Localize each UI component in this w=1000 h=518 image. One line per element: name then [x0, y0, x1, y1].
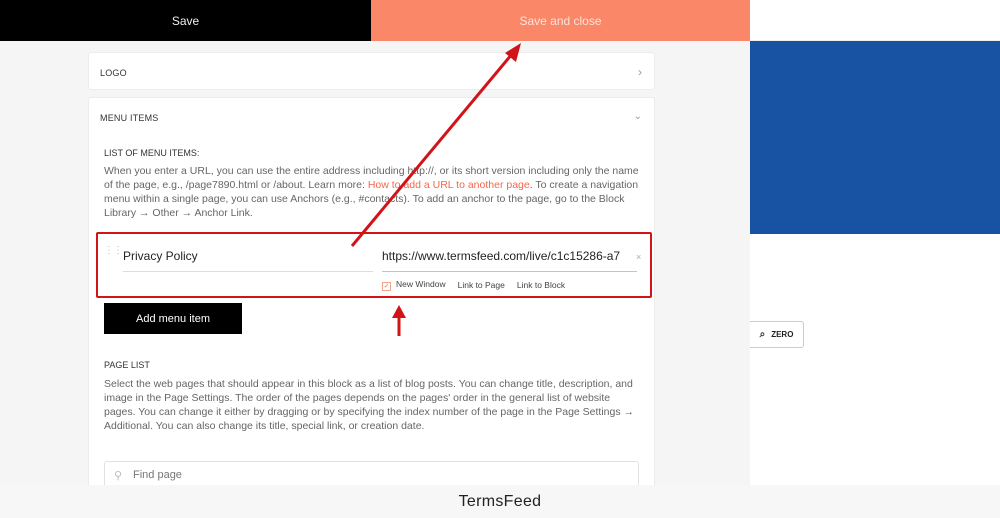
page-list-title: PAGE LIST: [104, 360, 150, 370]
save-button[interactable]: Save: [0, 0, 371, 41]
add-menu-item-button[interactable]: Add menu item: [104, 303, 242, 334]
block-preview: ⌕ ZERO: [750, 41, 1000, 485]
collapse-panel-button[interactable]: ‹: [750, 0, 1000, 41]
menu-item-url-field[interactable]: https://www.termsfeed.com/live/c1c15286-…: [382, 246, 637, 272]
chevron-right-icon: ›: [638, 65, 642, 79]
zero-block-button[interactable]: ⌕ ZERO: [750, 321, 804, 348]
new-window-label: New Window: [396, 279, 446, 289]
search-icon: ⚲: [114, 470, 123, 482]
zero-label: ZERO: [771, 330, 794, 339]
settings-panel: LOGO › MENU ITEMS ⌄ LIST OF MENU ITEMS: …: [0, 41, 750, 497]
chevron-down-icon[interactable]: ⌄: [634, 111, 642, 122]
new-window-checkbox[interactable]: ✓ New Window: [382, 279, 446, 291]
menu-items-section-title[interactable]: MENU ITEMS: [100, 113, 159, 123]
menu-item-row: ⋮⋮ Privacy Policy https://www.termsfeed.…: [96, 232, 652, 298]
link-to-block-link[interactable]: Link to Block: [517, 280, 565, 290]
preview-cover: [750, 41, 1000, 234]
page-list-description: Select the web pages that should appear …: [104, 378, 635, 432]
preview-body: [750, 234, 1000, 485]
menu-items-section: MENU ITEMS ⌄ LIST OF MENU ITEMS: When yo…: [88, 97, 655, 497]
logo-section[interactable]: LOGO ›: [88, 52, 655, 90]
checkbox-checked-icon: ✓: [382, 282, 391, 291]
menu-item-options: ✓ New Window Link to Page Link to Block: [382, 279, 565, 291]
drag-handle-icon[interactable]: ⋮⋮: [104, 246, 123, 256]
app-window: Save Save and close ‹ LOGO › MENU ITEMS …: [0, 0, 1000, 518]
zero-block-icon: ⌕: [759, 329, 766, 340]
list-of-menu-items-label: LIST OF MENU ITEMS:: [104, 148, 200, 158]
menu-item-title-field[interactable]: Privacy Policy: [123, 246, 373, 272]
footer-brand: TermsFeed: [0, 485, 1000, 518]
clear-icon[interactable]: ×: [636, 252, 641, 262]
find-page-input[interactable]: [133, 469, 613, 481]
url-help-link[interactable]: How to add a URL to another page: [368, 179, 530, 191]
logo-section-title: LOGO: [100, 68, 127, 78]
link-to-page-link[interactable]: Link to Page: [458, 280, 505, 290]
top-bar: Save Save and close: [0, 0, 750, 41]
menu-items-description: When you enter a URL, you can use the en…: [104, 164, 639, 220]
save-and-close-button[interactable]: Save and close: [371, 0, 750, 41]
